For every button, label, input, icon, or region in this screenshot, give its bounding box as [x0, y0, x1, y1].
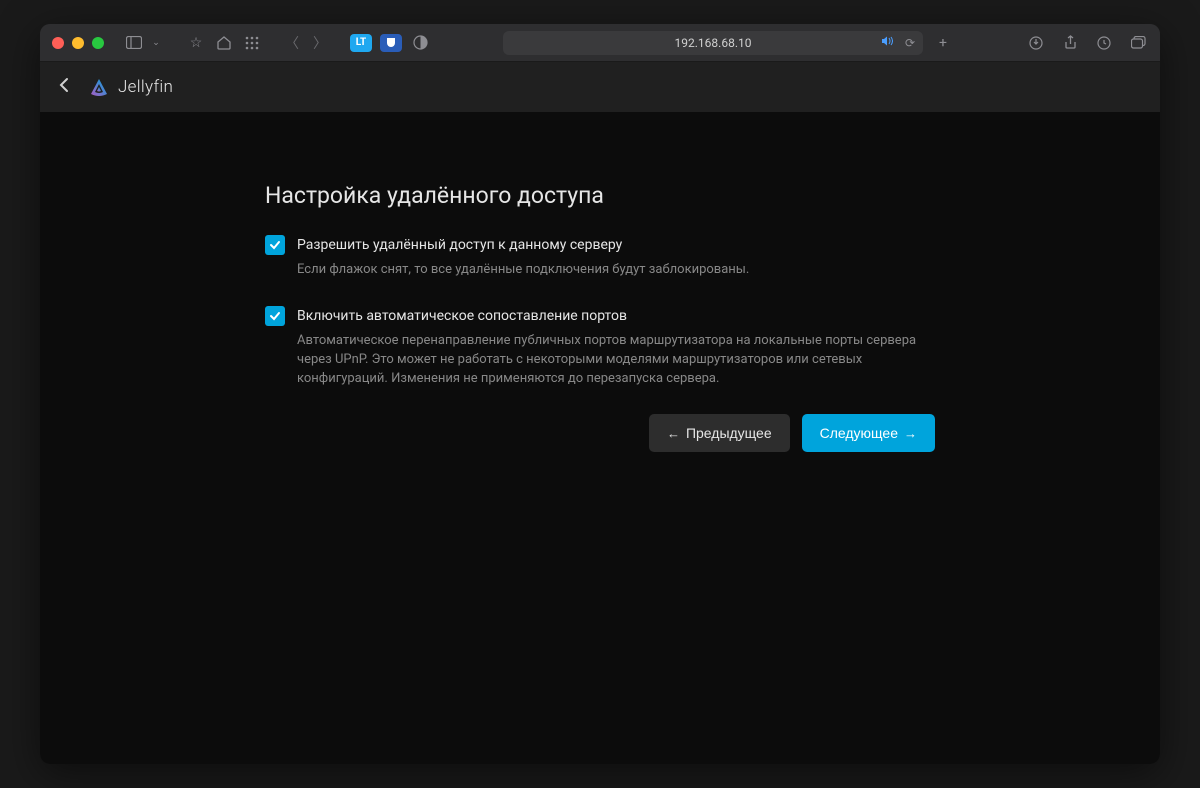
- history-icon[interactable]: [1094, 33, 1114, 53]
- url-text: 192.168.68.10: [675, 36, 752, 50]
- favorites-icon[interactable]: ☆: [186, 33, 206, 53]
- downloads-icon[interactable]: [1026, 33, 1046, 53]
- address-area: 192.168.68.10 ⟳ +: [458, 31, 998, 55]
- arrow-right-icon: →: [904, 426, 917, 441]
- app-name: Jellyfin: [118, 77, 173, 97]
- browser-titlebar: ⌄ ☆ 〈 〉 LT 192.168.68.10 ⟳: [40, 24, 1160, 62]
- upnp-checkbox[interactable]: [265, 306, 285, 326]
- home-icon[interactable]: [214, 33, 234, 53]
- nav-forward-icon[interactable]: 〉: [310, 33, 330, 53]
- app-back-button[interactable]: [54, 77, 74, 98]
- extension-2-icon[interactable]: [380, 34, 402, 52]
- jellyfin-logo-icon: [88, 76, 110, 98]
- remote-access-help: Если флажок снят, то все удалённые подкл…: [297, 261, 935, 280]
- address-bar[interactable]: 192.168.68.10 ⟳: [503, 31, 923, 55]
- next-button-label: Следующее: [820, 425, 898, 441]
- close-window-button[interactable]: [52, 37, 64, 49]
- previous-button[interactable]: ← Предыдущее: [649, 414, 790, 452]
- minimize-window-button[interactable]: [72, 37, 84, 49]
- share-icon[interactable]: [1060, 33, 1080, 53]
- new-tab-icon[interactable]: +: [933, 33, 953, 53]
- nav-back-icon[interactable]: 〈: [282, 33, 302, 53]
- contrast-icon[interactable]: [410, 33, 430, 53]
- option-upnp: Включить автоматическое сопоставление по…: [265, 306, 935, 326]
- extension-1-icon[interactable]: LT: [350, 34, 372, 52]
- upnp-label: Включить автоматическое сопоставление по…: [297, 306, 627, 326]
- browser-window: ⌄ ☆ 〈 〉 LT 192.168.68.10 ⟳: [40, 24, 1160, 764]
- sidebar-dropdown-icon[interactable]: ⌄: [146, 33, 166, 53]
- tabs-overview-icon[interactable]: [1128, 33, 1148, 53]
- arrow-left-icon: ←: [667, 426, 680, 441]
- wizard-buttons: ← Предыдущее Следующее →: [265, 414, 935, 452]
- remote-access-checkbox[interactable]: [265, 235, 285, 255]
- previous-button-label: Предыдущее: [686, 425, 772, 441]
- reload-icon[interactable]: ⟳: [905, 36, 915, 50]
- app-header: Jellyfin: [40, 62, 1160, 112]
- next-button[interactable]: Следующее →: [802, 414, 935, 452]
- window-controls: [52, 37, 104, 49]
- audio-playing-icon[interactable]: [881, 36, 893, 49]
- sidebar-toggle-icon[interactable]: [124, 33, 144, 53]
- page-title: Настройка удалённого доступа: [265, 182, 935, 209]
- remote-access-label: Разрешить удалённый доступ к данному сер…: [297, 235, 622, 255]
- maximize-window-button[interactable]: [92, 37, 104, 49]
- upnp-help: Автоматическое перенаправление публичных…: [297, 332, 935, 389]
- wizard-panel: Настройка удалённого доступа Разрешить у…: [265, 182, 935, 764]
- apps-grid-icon[interactable]: [242, 33, 262, 53]
- toolbar-right: [1026, 33, 1148, 53]
- app-logo[interactable]: Jellyfin: [88, 76, 173, 98]
- option-remote-access: Разрешить удалённый доступ к данному сер…: [265, 235, 935, 255]
- content-area: Настройка удалённого доступа Разрешить у…: [40, 112, 1160, 764]
